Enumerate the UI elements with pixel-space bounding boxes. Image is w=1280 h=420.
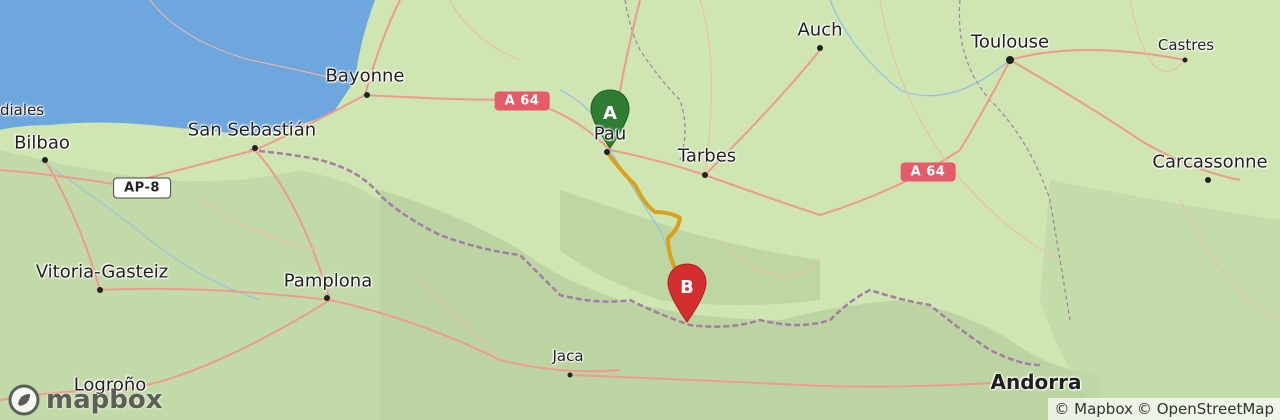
route-end-marker[interactable]: B xyxy=(666,262,708,330)
city-label-bayonne: Bayonne xyxy=(325,65,405,87)
map-canvas[interactable] xyxy=(0,0,1280,420)
route-start-marker[interactable]: A xyxy=(589,88,631,156)
mapbox-logo[interactable]: mapbox xyxy=(8,384,163,416)
city-label-tarbes: Tarbes xyxy=(677,145,737,167)
attribution-mapbox-link[interactable]: © Mapbox xyxy=(1054,400,1133,418)
city-label-pamplona: Pamplona xyxy=(283,270,373,292)
map-view[interactable]: A B Auch Toulouse Castres Bayonne San Se… xyxy=(0,0,1280,420)
city-label-jaca: Jaca xyxy=(552,347,584,365)
road-shield-ap8: AP-8 xyxy=(113,177,171,199)
city-label-toulouse: Toulouse xyxy=(970,31,1050,53)
city-label-san-sebastian: San Sebastián xyxy=(187,119,317,141)
city-label-bilbao: Bilbao xyxy=(14,132,70,154)
marker-a-label: A xyxy=(603,103,617,124)
mapbox-logo-icon xyxy=(8,384,40,416)
city-label-castres: Castres xyxy=(1157,36,1215,54)
city-label-vitoria-gasteiz: Vitoria-Gasteiz xyxy=(35,261,169,283)
road-shield-a64-east: A 64 xyxy=(900,162,956,182)
city-label-pau: Pau xyxy=(593,123,627,145)
city-label-carcassonne: Carcassonne xyxy=(1152,151,1268,173)
attribution-osm-link[interactable]: © OpenStreetMap xyxy=(1137,400,1274,418)
road-shield-a64-west: A 64 xyxy=(494,91,550,111)
map-attribution: © Mapbox © OpenStreetMap xyxy=(1048,398,1280,420)
city-label-diales: diales xyxy=(0,101,45,119)
marker-b-label: B xyxy=(680,277,694,298)
mapbox-logo-text: mapbox xyxy=(46,385,163,415)
city-label-auch: Auch xyxy=(797,19,843,41)
city-label-andorra: Andorra xyxy=(990,370,1082,394)
